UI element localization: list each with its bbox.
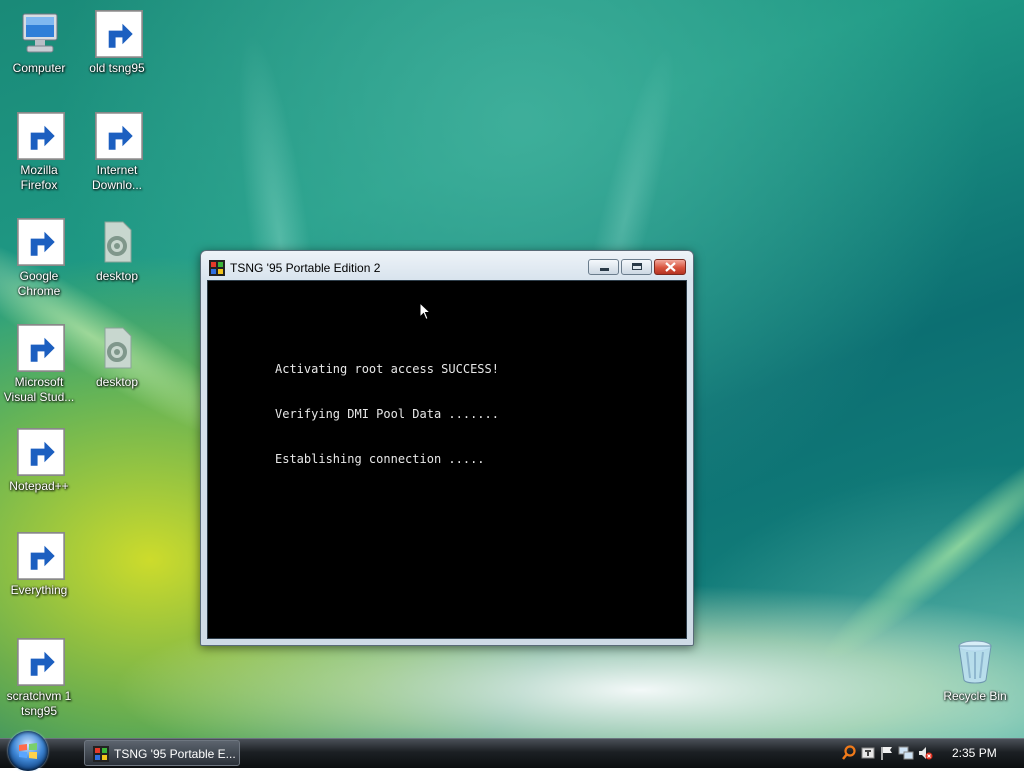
tsng-window[interactable]: TSNG '95 Portable Edition 2 Activating r…	[200, 250, 694, 646]
mouse-cursor-icon	[419, 302, 431, 321]
desktop-icon-visual-studio[interactable]: Microsoft Visual Stud...	[1, 324, 77, 405]
desktop-icon-label: Recycle Bin	[943, 689, 1007, 703]
desktop-icon-label: scratchvm 1 tsng95	[6, 689, 72, 718]
settings-file-icon	[93, 218, 141, 266]
desktop-icon-label: desktop	[95, 269, 139, 283]
start-button[interactable]	[8, 731, 48, 771]
maximize-icon	[632, 263, 642, 270]
windows-flag-icon	[209, 260, 225, 276]
desktop-icon-label: Computer	[12, 61, 66, 75]
desktop-icon-desktop-2[interactable]: desktop	[79, 324, 155, 390]
magnifier-icon	[15, 532, 65, 580]
desktop-icon-internet-download-manager[interactable]: Internet Downlo...	[79, 112, 155, 193]
shortcut-arrow-icon	[17, 532, 65, 580]
search-tray-icon[interactable]	[841, 745, 857, 761]
desktop-icon-everything[interactable]: Everything	[1, 532, 77, 598]
desktop-icon-recycle-bin[interactable]: Recycle Bin	[937, 638, 1013, 704]
shortcut-arrow-icon	[17, 112, 65, 160]
notepad-plus-plus-icon	[15, 428, 65, 476]
console-line: Activating root access SUCCESS!	[275, 362, 499, 376]
desktop-icon-label: Google Chrome	[17, 269, 61, 298]
desktop-icon-notepad-plus-plus[interactable]: Notepad++	[1, 428, 77, 494]
console-screen[interactable]: Activating root access SUCCESS! Verifyin…	[207, 280, 687, 639]
desktop-icon-old-tsng95[interactable]: old tsng95	[79, 10, 155, 76]
flag-icon[interactable]	[879, 745, 895, 761]
firefox-icon	[15, 112, 65, 160]
chrome-icon	[15, 218, 65, 266]
shortcut-arrow-icon	[95, 10, 143, 58]
close-button[interactable]	[654, 259, 686, 275]
minimize-button[interactable]	[588, 259, 619, 275]
network-icon[interactable]	[898, 745, 914, 761]
visual-studio-icon	[15, 324, 65, 372]
computer-icon	[15, 10, 63, 58]
taskbar-button-label: TSNG '95 Portable E...	[114, 747, 236, 761]
desktop[interactable]: Computer old tsng95 Mozilla Firefox Inte…	[0, 0, 1024, 738]
desktop-icon-label: Notepad++	[9, 479, 69, 493]
desktop-icon-label: Microsoft Visual Stud...	[3, 375, 75, 404]
shortcut-arrow-icon	[17, 428, 65, 476]
shortcut-arrow-icon	[95, 112, 143, 160]
desktop-icon-firefox[interactable]: Mozilla Firefox	[1, 112, 77, 193]
desktop-icon-label: Mozilla Firefox	[20, 163, 58, 192]
console-line: Establishing connection .....	[275, 452, 485, 466]
window-title: TSNG '95 Portable Edition 2	[230, 261, 381, 275]
volume-muted-icon[interactable]	[917, 745, 933, 761]
desktop-icon-chrome[interactable]: Google Chrome	[1, 218, 77, 299]
clock[interactable]: 2:35 PM	[952, 746, 997, 760]
desktop-icon-label: Internet Downlo...	[91, 163, 143, 192]
shortcut-arrow-icon	[17, 218, 65, 266]
minimize-icon	[600, 268, 609, 271]
close-icon	[665, 262, 676, 272]
windows-logo-icon	[19, 743, 37, 759]
recycle-bin-icon	[951, 638, 999, 686]
network-tool-icon[interactable]	[860, 745, 876, 761]
desktop-icon-label: desktop	[95, 375, 139, 389]
shortcut-arrow-icon	[17, 324, 65, 372]
desktop-icon-label: old tsng95	[89, 61, 145, 75]
maximize-button[interactable]	[621, 259, 652, 275]
console-line: Verifying DMI Pool Data .......	[275, 407, 499, 421]
desktop-icon-scratchvm-tsng95[interactable]: scratchvm 1 tsng95	[1, 638, 77, 719]
tsng-app-icon	[93, 10, 143, 58]
shortcut-arrow-icon	[17, 638, 65, 686]
windows-flag-icon	[93, 746, 109, 762]
desktop-icon-computer[interactable]: Computer	[1, 10, 77, 76]
windows-flag-icon	[15, 638, 65, 686]
window-titlebar[interactable]: TSNG '95 Portable Edition 2	[201, 251, 693, 283]
taskbar-button-tsng[interactable]: TSNG '95 Portable E...	[84, 740, 240, 766]
globe-download-icon	[93, 112, 143, 160]
console-output: Activating root access SUCCESS! Verifyin…	[275, 332, 499, 497]
desktop-icon-desktop-1[interactable]: desktop	[79, 218, 155, 284]
settings-file-icon	[93, 324, 141, 372]
desktop-icon-label: Everything	[10, 583, 68, 597]
